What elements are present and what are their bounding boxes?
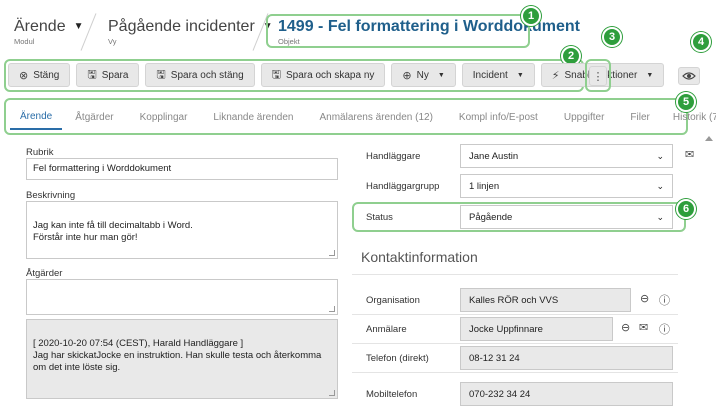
mail-icon[interactable]: ✉ — [685, 148, 694, 161]
save-icon: 🖫 — [87, 68, 97, 81]
mail-icon[interactable]: ✉ — [639, 321, 648, 334]
group-select[interactable]: 1 linjen ⌄ — [460, 174, 673, 198]
magic-wand-icon: ⚡ — [551, 69, 560, 82]
action-log: [ 2020-10-20 07:54 (CEST), Harald Handlä… — [26, 319, 338, 399]
close-button[interactable]: ⊗ Stäng — [8, 63, 71, 87]
callout-badge-6: 6 — [676, 199, 696, 219]
new-button[interactable]: ⊕ Ny ▼ — [391, 63, 456, 87]
mobile-value: 070-232 34 24 — [469, 388, 531, 400]
info-icon[interactable]: ⓘ — [659, 292, 670, 308]
mobile-input[interactable]: 070-232 34 24 — [460, 382, 673, 406]
save-close-button[interactable]: 🖫 Spara och stäng — [145, 63, 255, 87]
reporter-input[interactable]: Jocke Uppfinnare — [460, 317, 613, 341]
divider — [352, 372, 678, 373]
kebab-icon: ⋮ — [592, 70, 604, 83]
chevron-down-icon: ▼ — [516, 71, 524, 79]
save-label: Spara — [101, 69, 129, 81]
tab-bar: Ärende Åtgärder Kopplingar Liknande ären… — [10, 104, 716, 130]
save-new-label: Spara och skapa ny — [286, 69, 375, 81]
scroll-up-icon[interactable] — [705, 136, 713, 141]
chevron-down-icon: ▼ — [646, 71, 654, 79]
handler-value: Jane Austin — [469, 150, 519, 162]
tab-arende[interactable]: Ärende — [10, 104, 63, 130]
close-circle-icon: ⊗ — [19, 69, 29, 82]
chevron-down-icon: ⌄ — [656, 211, 664, 222]
subject-input[interactable]: Fel formattering i Worddokument — [26, 158, 338, 180]
view-sub: Vy — [108, 37, 117, 46]
status-value: Pågående — [469, 211, 513, 223]
view-crumb[interactable]: Pågående incidenter ▼ Vy — [108, 18, 273, 46]
group-value: 1 linjen — [469, 180, 500, 192]
toolbar: ⊗ Stäng 🖫 Spara 🖫 Spara och stäng 🖫 Spara oc… — [8, 63, 665, 89]
tab-historik[interactable]: Historik (7) — [663, 104, 716, 130]
save-new-button[interactable]: 🖫 Spara och skapa ny — [260, 63, 386, 87]
chevron-down-icon: ⌄ — [656, 150, 664, 161]
reporter-label: Anmälare — [366, 324, 407, 335]
tab-uppgifter[interactable]: Uppgifter — [551, 104, 618, 130]
info-icon[interactable]: ⓘ — [659, 321, 670, 337]
resize-handle[interactable] — [329, 250, 335, 256]
description-label: Beskrivning — [26, 190, 76, 201]
tab-liknande[interactable]: Liknande ärenden — [200, 104, 306, 130]
chevron-down-icon: ▼ — [73, 21, 84, 32]
reporter-value: Jocke Uppfinnare — [469, 323, 543, 335]
save-close-label: Spara och stäng — [170, 69, 244, 81]
save-button[interactable]: 🖫 Spara — [76, 63, 140, 87]
divider — [352, 343, 678, 344]
subject-label: Rubrik — [26, 147, 54, 158]
status-select[interactable]: Pågående ⌄ — [460, 205, 673, 229]
callout-box-title — [266, 14, 530, 48]
view-toggle-button[interactable] — [678, 67, 700, 85]
tab-atgarder[interactable]: Åtgärder — [62, 104, 126, 130]
more-menu-button[interactable]: ⋮ — [589, 66, 607, 86]
status-label: Status — [366, 212, 393, 223]
save-icon: 🖫 — [271, 68, 281, 81]
save-icon: 🖫 — [156, 68, 166, 81]
org-label: Organisation — [366, 295, 420, 306]
callout-badge-4: 4 — [691, 32, 711, 52]
plus-circle-icon: ⊕ — [402, 69, 412, 82]
remove-circle-icon[interactable]: ⊖ — [621, 321, 630, 334]
module-crumb[interactable]: Ärende ▼ Modul — [14, 18, 84, 46]
mobile-label: Mobiltelefon — [366, 389, 418, 400]
close-label: Stäng — [33, 69, 60, 81]
module-sub: Modul — [14, 37, 35, 46]
divider — [352, 314, 678, 315]
phone-label: Telefon (direkt) — [366, 353, 429, 364]
callout-badge-1: 1 — [521, 6, 541, 26]
eye-icon — [682, 72, 696, 80]
phone-input[interactable]: 08-12 31 24 — [460, 346, 673, 370]
tab-kopplingar[interactable]: Kopplingar — [127, 104, 201, 130]
remove-circle-icon[interactable]: ⊖ — [640, 292, 649, 305]
handler-select[interactable]: Jane Austin ⌄ — [460, 144, 673, 168]
tab-anmalarens[interactable]: Anmälarens ärenden (12) — [307, 104, 446, 130]
org-value: Kalles RÖR och VVS — [469, 294, 559, 306]
incident-label: Incident — [472, 69, 508, 81]
divider — [352, 274, 678, 275]
chevron-down-icon: ⌄ — [656, 180, 664, 191]
description-text: Jag kan inte få till decimaltabb i Word.… — [33, 220, 193, 243]
actions-label: Åtgärder — [26, 268, 63, 279]
tab-filer[interactable]: Filer — [617, 104, 662, 130]
description-textarea[interactable]: Jag kan inte få till decimaltabb i Word.… — [26, 201, 338, 259]
group-label: Handläggargrupp — [366, 181, 440, 192]
incident-button[interactable]: Incident ▼ — [461, 63, 535, 87]
org-input[interactable]: Kalles RÖR och VVS — [460, 288, 631, 312]
action-log-text: [ 2020-10-20 07:54 (CEST), Harald Handlä… — [33, 338, 322, 373]
handler-label: Handläggare — [366, 151, 421, 162]
contact-section-title: Kontaktinformation — [361, 249, 478, 265]
resize-handle[interactable] — [329, 306, 335, 312]
phone-value: 08-12 31 24 — [469, 352, 520, 364]
module-label: Ärende — [14, 18, 66, 35]
resize-handle[interactable] — [329, 390, 335, 396]
new-label: Ny — [416, 69, 429, 81]
view-label: Pågående incidenter — [108, 18, 255, 35]
scrollbar[interactable] — [704, 133, 714, 409]
actions-textarea[interactable] — [26, 279, 338, 315]
callout-badge-3: 3 — [602, 27, 622, 47]
chevron-down-icon: ▼ — [437, 71, 445, 79]
tab-kompl-info[interactable]: Kompl info/E-post — [446, 104, 551, 130]
